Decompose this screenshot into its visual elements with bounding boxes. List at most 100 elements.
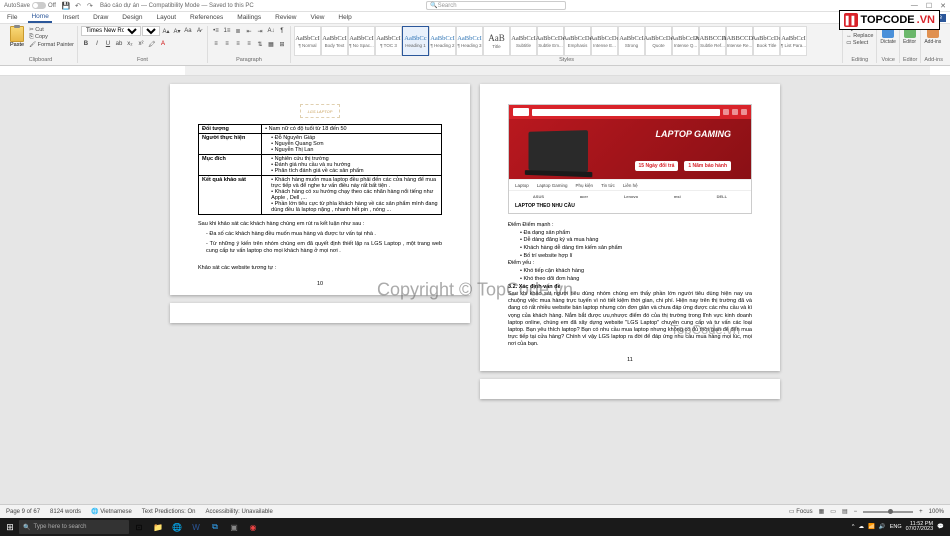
multilevel-icon[interactable]: ≣: [233, 26, 243, 36]
document-canvas[interactable]: LGS LAPTOP Đối tượng• Nam nữ có độ tuổi …: [0, 76, 950, 504]
style-item[interactable]: AaBbCcHeading 1: [402, 26, 429, 56]
styles-gallery[interactable]: AaBbCcI¶ NormalAaBbCcIBody Text AaBbCcI¶ …: [294, 26, 807, 56]
minimize-icon[interactable]: —: [911, 2, 918, 10]
horizontal-ruler[interactable]: [0, 66, 950, 76]
undo-icon[interactable]: ↶: [74, 2, 82, 10]
style-item[interactable]: AaBbCcI¶ List Para...: [780, 26, 807, 56]
replace-button[interactable]: ↔ Replace: [846, 33, 873, 39]
cut-button[interactable]: ✂ Cut: [29, 27, 74, 33]
align-left-icon[interactable]: ≡: [211, 39, 221, 49]
vscode-icon[interactable]: ⧉: [206, 519, 224, 535]
borders-icon[interactable]: ⊞: [277, 39, 287, 49]
tray-clock[interactable]: 11:52 PM 07/07/2023: [906, 522, 934, 533]
select-button[interactable]: ▭ Select: [846, 40, 873, 46]
style-item[interactable]: AaBbCcDcEmphasis: [564, 26, 591, 56]
zoom-slider[interactable]: [863, 511, 913, 513]
edge-icon[interactable]: 🌐: [168, 519, 186, 535]
maximize-icon[interactable]: ☐: [926, 2, 932, 10]
task-view-icon[interactable]: ⊡: [130, 519, 148, 535]
style-item[interactable]: AaBbCcI¶ Heading 2: [429, 26, 456, 56]
status-predictions[interactable]: Text Predictions: On: [142, 509, 196, 515]
superscript-icon[interactable]: x²: [136, 39, 146, 49]
close-icon[interactable]: ✕: [940, 2, 946, 10]
tray-speaker-icon[interactable]: 🔊: [879, 524, 886, 530]
tab-layout[interactable]: Layout: [154, 13, 180, 22]
style-item[interactable]: AaBbCcI¶ TOC 3: [375, 26, 402, 56]
paste-button[interactable]: Paste: [7, 26, 27, 48]
tab-insert[interactable]: Insert: [60, 13, 82, 22]
start-button[interactable]: ⊞: [2, 519, 18, 535]
view-read-icon[interactable]: ▭: [830, 508, 836, 515]
style-item[interactable]: AaBbCcIStrong: [618, 26, 645, 56]
status-lang[interactable]: 🌐 Vietnamese: [91, 508, 132, 515]
tab-review[interactable]: Review: [272, 13, 299, 22]
status-accessibility[interactable]: Accessibility: Unavailable: [205, 509, 272, 515]
view-print-icon[interactable]: ▦: [819, 508, 825, 515]
view-web-icon[interactable]: ▤: [842, 508, 848, 515]
underline-icon[interactable]: U: [103, 39, 113, 49]
zoom-in-icon[interactable]: +: [919, 509, 923, 515]
tab-help[interactable]: Help: [335, 13, 354, 22]
format-painter-button[interactable]: 🖌 Format Painter: [29, 42, 74, 48]
line-spacing-icon[interactable]: ⇅: [255, 39, 265, 49]
tab-home[interactable]: Home: [28, 12, 51, 23]
tray-lang[interactable]: ENG: [890, 524, 902, 530]
show-marks-icon[interactable]: ¶: [277, 26, 287, 36]
autosave-toggle[interactable]: AutoSave Off: [4, 2, 56, 9]
search-box[interactable]: 🔍 Search: [426, 1, 566, 10]
word-icon[interactable]: W: [187, 519, 205, 535]
toggle-switch-icon[interactable]: [32, 2, 46, 9]
bullets-icon[interactable]: •≡: [211, 26, 221, 36]
italic-icon[interactable]: I: [92, 39, 102, 49]
justify-icon[interactable]: ≡: [244, 39, 254, 49]
font-size-select[interactable]: 13: [142, 26, 160, 36]
tray-wifi-icon[interactable]: 📶: [868, 524, 875, 530]
status-page[interactable]: Page 9 of 67: [6, 509, 40, 515]
bold-icon[interactable]: B: [81, 39, 91, 49]
align-center-icon[interactable]: ≡: [222, 39, 232, 49]
shading-icon[interactable]: ▦: [266, 39, 276, 49]
style-item[interactable]: AaBbCcIBody Text: [321, 26, 348, 56]
clear-format-icon[interactable]: A̷: [194, 26, 204, 36]
redo-icon[interactable]: ↷: [86, 2, 94, 10]
style-item[interactable]: AaBbCcDcBook Title: [753, 26, 780, 56]
numbering-icon[interactable]: 1≡: [222, 26, 232, 36]
strike-icon[interactable]: ab: [114, 39, 124, 49]
font-name-select[interactable]: Times New Roman: [81, 26, 141, 36]
focus-mode-button[interactable]: ▭ Focus: [789, 508, 813, 515]
font-color-icon[interactable]: A: [158, 39, 168, 49]
app-icon[interactable]: ◉: [244, 519, 262, 535]
highlight-icon[interactable]: 🖍: [147, 39, 157, 49]
shrink-font-icon[interactable]: A▾: [172, 26, 182, 36]
tab-design[interactable]: Design: [119, 13, 145, 22]
sort-icon[interactable]: A↓: [266, 26, 276, 36]
status-words[interactable]: 8124 words: [50, 509, 81, 515]
style-item[interactable]: AaBbCcDcIntense E...: [591, 26, 618, 56]
align-right-icon[interactable]: ≡: [233, 39, 243, 49]
style-item[interactable]: AaBbCcISubtitle: [510, 26, 537, 56]
taskbar-search[interactable]: 🔍Type here to search: [19, 520, 129, 534]
terminal-icon[interactable]: ▣: [225, 519, 243, 535]
style-item[interactable]: AaBbCcI¶ Heading 3: [456, 26, 483, 56]
change-case-icon[interactable]: Aa: [183, 26, 193, 36]
subscript-icon[interactable]: x₂: [125, 39, 135, 49]
style-item[interactable]: AaBTitle: [483, 26, 510, 56]
copy-button[interactable]: ⎘ Copy: [29, 34, 74, 41]
outdent-icon[interactable]: ⇤: [244, 26, 254, 36]
tray-cloud-icon[interactable]: ☁: [858, 524, 864, 530]
style-item[interactable]: AABBCCDEIntense Re...: [726, 26, 753, 56]
style-item[interactable]: AaBbCcI¶ Normal: [294, 26, 321, 56]
indent-icon[interactable]: ⇥: [255, 26, 265, 36]
tab-draw[interactable]: Draw: [90, 13, 111, 22]
explorer-icon[interactable]: 📁: [149, 519, 167, 535]
tray-chevron-icon[interactable]: ^: [852, 524, 855, 530]
zoom-out-icon[interactable]: −: [854, 509, 858, 515]
tab-view[interactable]: View: [307, 13, 327, 22]
notifications-icon[interactable]: 💬: [937, 524, 944, 530]
zoom-level[interactable]: 100%: [929, 509, 944, 515]
tab-mailings[interactable]: Mailings: [234, 13, 264, 22]
grow-font-icon[interactable]: A▴: [161, 26, 171, 36]
save-icon[interactable]: 💾: [62, 2, 70, 10]
tab-file[interactable]: File: [4, 13, 20, 22]
style-item[interactable]: AaBbCcDcSubtle Em...: [537, 26, 564, 56]
